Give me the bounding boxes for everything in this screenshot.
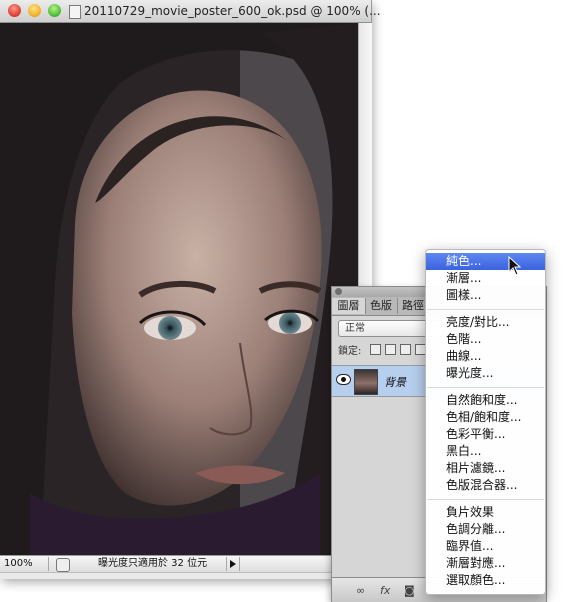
menu-separator	[427, 309, 544, 310]
adjustment-layer-menu: 純色... 漸層... 圖樣... 亮度/對比... 色階... 曲線... 曝…	[425, 249, 546, 595]
menu-item-curves[interactable]: 曲線...	[426, 348, 545, 365]
menu-item-photo-filter[interactable]: 相片濾鏡...	[426, 460, 545, 477]
menu-item-vibrance[interactable]: 自然飽和度...	[426, 392, 545, 409]
window-titlebar[interactable]: 20110729_movie_poster_600_ok.psd @ 100% …	[0, 0, 381, 23]
portrait-photo	[0, 23, 358, 555]
menu-item-channel-mixer[interactable]: 色版混合器...	[426, 477, 545, 494]
menu-item-solid-color[interactable]: 純色...	[426, 253, 545, 270]
lock-position-icon[interactable]	[400, 344, 411, 355]
lock-image-icon[interactable]	[385, 344, 396, 355]
psd-file-icon	[69, 5, 81, 19]
zoom-level[interactable]: 100%	[4, 557, 49, 571]
menu-item-hue-saturation[interactable]: 色相/飽和度...	[426, 409, 545, 426]
menu-item-invert[interactable]: 負片效果	[426, 504, 545, 521]
menu-item-brightness-contrast[interactable]: 亮度/對比...	[426, 314, 545, 331]
zoom-window-button[interactable]	[48, 4, 61, 17]
horizontal-scrollbar[interactable]	[0, 572, 371, 579]
lock-transparent-icon[interactable]	[370, 344, 381, 355]
menu-item-selective-color[interactable]: 選取顏色...	[426, 572, 545, 589]
mouse-cursor-icon	[508, 256, 522, 276]
status-info-icon[interactable]	[56, 558, 70, 572]
menu-item-threshold[interactable]: 臨界值...	[426, 538, 545, 555]
visibility-eye-icon[interactable]	[336, 374, 351, 385]
menu-separator	[427, 499, 544, 500]
menu-separator	[427, 387, 544, 388]
tab-channels[interactable]: 色版	[365, 298, 398, 314]
fx-icon[interactable]: fx	[380, 584, 390, 597]
menu-item-gradient[interactable]: 漸層...	[426, 270, 545, 287]
tab-layers[interactable]: 圖層	[332, 298, 366, 314]
document-title: 20110729_movie_poster_600_ok.psd @ 100% …	[84, 4, 381, 18]
document-window: 20110729_movie_poster_600_ok.psd @ 100% …	[0, 0, 381, 579]
link-icon[interactable]: ∞	[356, 584, 365, 597]
status-text: 曝光度只適用於 32 位元	[98, 558, 208, 569]
layer-name: 背景	[384, 376, 406, 389]
status-menu-arrow-icon[interactable]	[226, 557, 240, 571]
menu-item-pattern[interactable]: 圖樣...	[426, 287, 545, 304]
panel-close-icon[interactable]	[335, 288, 342, 295]
menu-item-levels[interactable]: 色階...	[426, 331, 545, 348]
layer-thumbnail[interactable]	[354, 369, 378, 395]
lock-label: 鎖定:	[338, 346, 362, 357]
menu-item-posterize[interactable]: 色調分離...	[426, 521, 545, 538]
menu-item-gradient-map[interactable]: 漸層對應...	[426, 555, 545, 572]
image-canvas[interactable]	[0, 23, 358, 555]
minimize-window-button[interactable]	[28, 4, 41, 17]
close-window-button[interactable]	[8, 4, 21, 17]
mask-icon[interactable]: ◙	[404, 584, 415, 597]
menu-item-black-white[interactable]: 黑白...	[426, 443, 545, 460]
menu-item-color-balance[interactable]: 色彩平衡...	[426, 426, 545, 443]
menu-item-exposure[interactable]: 曝光度...	[426, 365, 545, 382]
status-bar: 100% 曝光度只適用於 32 位元	[0, 555, 371, 573]
